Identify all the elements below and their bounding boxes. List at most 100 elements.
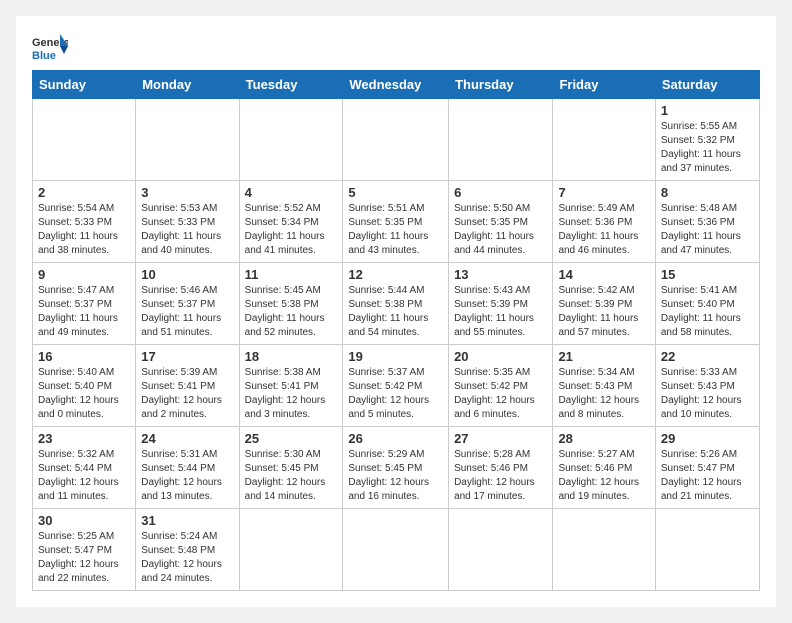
day-cell: 27 Sunrise: 5:28 AM Sunset: 5:46 PM Dayli…: [449, 427, 553, 509]
day-number: 21: [558, 349, 649, 364]
day-info: Sunrise: 5:30 AM Sunset: 5:45 PM Dayligh…: [245, 448, 338, 504]
day-info: Sunrise: 5:48 AM Sunset: 5:36 PM Dayligh…: [661, 202, 754, 258]
week-row-2: 2 Sunrise: 5:54 AM Sunset: 5:33 PM Daylig…: [33, 181, 760, 263]
logo-icon: General Blue: [32, 32, 68, 62]
day-number: 11: [245, 267, 338, 282]
day-info: Sunrise: 5:25 AM Sunset: 5:47 PM Dayligh…: [38, 530, 130, 586]
day-info: Sunrise: 5:43 AM Sunset: 5:39 PM Dayligh…: [454, 284, 547, 340]
day-number: 27: [454, 431, 547, 446]
day-cell: [343, 99, 449, 181]
calendar-page: General Blue SundayMondayTuesdayWednesda…: [16, 16, 776, 607]
day-info: Sunrise: 5:35 AM Sunset: 5:42 PM Dayligh…: [454, 366, 547, 422]
day-header-friday: Friday: [553, 71, 655, 99]
day-number: 25: [245, 431, 338, 446]
day-cell: [136, 99, 239, 181]
day-number: 30: [38, 513, 130, 528]
day-number: 31: [141, 513, 233, 528]
day-info: Sunrise: 5:38 AM Sunset: 5:41 PM Dayligh…: [245, 366, 338, 422]
day-number: 5: [348, 185, 443, 200]
day-number: 2: [38, 185, 130, 200]
day-number: 1: [661, 103, 754, 118]
day-cell: 7 Sunrise: 5:49 AM Sunset: 5:36 PM Daylig…: [553, 181, 655, 263]
day-cell: [33, 99, 136, 181]
day-header-tuesday: Tuesday: [239, 71, 343, 99]
day-number: 18: [245, 349, 338, 364]
day-info: Sunrise: 5:41 AM Sunset: 5:40 PM Dayligh…: [661, 284, 754, 340]
day-info: Sunrise: 5:39 AM Sunset: 5:41 PM Dayligh…: [141, 366, 233, 422]
day-cell: 25 Sunrise: 5:30 AM Sunset: 5:45 PM Dayli…: [239, 427, 343, 509]
day-info: Sunrise: 5:47 AM Sunset: 5:37 PM Dayligh…: [38, 284, 130, 340]
day-number: 24: [141, 431, 233, 446]
logo: General Blue: [32, 32, 68, 62]
header: General Blue: [32, 32, 760, 62]
day-number: 26: [348, 431, 443, 446]
day-cell: 26Sunrise: 5:29 AM Sunset: 5:45 PM Dayli…: [343, 427, 449, 509]
day-info: Sunrise: 5:50 AM Sunset: 5:35 PM Dayligh…: [454, 202, 547, 258]
day-info: Sunrise: 5:26 AM Sunset: 5:47 PM Dayligh…: [661, 448, 754, 504]
day-info: Sunrise: 5:31 AM Sunset: 5:44 PM Dayligh…: [141, 448, 233, 504]
day-info: Sunrise: 5:32 AM Sunset: 5:44 PM Dayligh…: [38, 448, 130, 504]
day-cell: 1 Sunrise: 5:55 AM Sunset: 5:32 PM Daylig…: [655, 99, 759, 181]
day-number: 23: [38, 431, 130, 446]
day-info: Sunrise: 5:55 AM Sunset: 5:32 PM Dayligh…: [661, 120, 754, 176]
day-cell: 8 Sunrise: 5:48 AM Sunset: 5:36 PM Daylig…: [655, 181, 759, 263]
day-number: 13: [454, 267, 547, 282]
day-number: 7: [558, 185, 649, 200]
day-number: 12: [348, 267, 443, 282]
day-info: Sunrise: 5:51 AM Sunset: 5:35 PM Dayligh…: [348, 202, 443, 258]
day-cell: 11 Sunrise: 5:45 AM Sunset: 5:38 PM Dayli…: [239, 263, 343, 345]
day-number: 4: [245, 185, 338, 200]
day-cell: 10Sunrise: 5:46 AM Sunset: 5:37 PM Dayli…: [136, 263, 239, 345]
day-info: Sunrise: 5:37 AM Sunset: 5:42 PM Dayligh…: [348, 366, 443, 422]
day-cell: 15 Sunrise: 5:41 AM Sunset: 5:40 PM Dayli…: [655, 263, 759, 345]
day-cell: 3Sunrise: 5:53 AM Sunset: 5:33 PM Daylig…: [136, 181, 239, 263]
day-cell: 12 Sunrise: 5:44 AM Sunset: 5:38 PM Dayli…: [343, 263, 449, 345]
day-cell: 23 Sunrise: 5:32 AM Sunset: 5:44 PM Dayli…: [33, 427, 136, 509]
day-cell: [343, 509, 449, 591]
day-cell: 17 Sunrise: 5:39 AM Sunset: 5:41 PM Dayli…: [136, 345, 239, 427]
day-cell: [553, 509, 655, 591]
day-cell: 24 Sunrise: 5:31 AM Sunset: 5:44 PM Dayli…: [136, 427, 239, 509]
day-number: 8: [661, 185, 754, 200]
day-number: 6: [454, 185, 547, 200]
calendar-table: SundayMondayTuesdayWednesdayThursdayFrid…: [32, 70, 760, 591]
day-header-monday: Monday: [136, 71, 239, 99]
day-cell: [449, 99, 553, 181]
day-header-sunday: Sunday: [33, 71, 136, 99]
day-info: Sunrise: 5:28 AM Sunset: 5:46 PM Dayligh…: [454, 448, 547, 504]
day-cell: 2 Sunrise: 5:54 AM Sunset: 5:33 PM Daylig…: [33, 181, 136, 263]
day-cell: 29Sunrise: 5:26 AM Sunset: 5:47 PM Dayli…: [655, 427, 759, 509]
day-cell: 18 Sunrise: 5:38 AM Sunset: 5:41 PM Dayli…: [239, 345, 343, 427]
day-cell: [239, 99, 343, 181]
day-info: Sunrise: 5:45 AM Sunset: 5:38 PM Dayligh…: [245, 284, 338, 340]
day-number: 10: [141, 267, 233, 282]
day-cell: 19 Sunrise: 5:37 AM Sunset: 5:42 PM Dayli…: [343, 345, 449, 427]
day-info: Sunrise: 5:54 AM Sunset: 5:33 PM Dayligh…: [38, 202, 130, 258]
day-number: 20: [454, 349, 547, 364]
week-row-5: 23 Sunrise: 5:32 AM Sunset: 5:44 PM Dayli…: [33, 427, 760, 509]
day-cell: 28 Sunrise: 5:27 AM Sunset: 5:46 PM Dayli…: [553, 427, 655, 509]
day-cell: 13 Sunrise: 5:43 AM Sunset: 5:39 PM Dayli…: [449, 263, 553, 345]
day-cell: 9Sunrise: 5:47 AM Sunset: 5:37 PM Daylig…: [33, 263, 136, 345]
day-number: 19: [348, 349, 443, 364]
day-number: 28: [558, 431, 649, 446]
header-row: SundayMondayTuesdayWednesdayThursdayFrid…: [33, 71, 760, 99]
day-header-thursday: Thursday: [449, 71, 553, 99]
day-cell: 31 Sunrise: 5:24 AM Sunset: 5:48 PM Dayli…: [136, 509, 239, 591]
day-info: Sunrise: 5:44 AM Sunset: 5:38 PM Dayligh…: [348, 284, 443, 340]
week-row-4: 16Sunrise: 5:40 AM Sunset: 5:40 PM Dayli…: [33, 345, 760, 427]
day-info: Sunrise: 5:24 AM Sunset: 5:48 PM Dayligh…: [141, 530, 233, 586]
day-info: Sunrise: 5:49 AM Sunset: 5:36 PM Dayligh…: [558, 202, 649, 258]
day-cell: 4Sunrise: 5:52 AM Sunset: 5:34 PM Daylig…: [239, 181, 343, 263]
day-cell: 22Sunrise: 5:33 AM Sunset: 5:43 PM Dayli…: [655, 345, 759, 427]
day-info: Sunrise: 5:27 AM Sunset: 5:46 PM Dayligh…: [558, 448, 649, 504]
day-number: 15: [661, 267, 754, 282]
day-number: 17: [141, 349, 233, 364]
day-info: Sunrise: 5:34 AM Sunset: 5:43 PM Dayligh…: [558, 366, 649, 422]
week-row-1: 1 Sunrise: 5:55 AM Sunset: 5:32 PM Daylig…: [33, 99, 760, 181]
day-number: 3: [141, 185, 233, 200]
day-header-saturday: Saturday: [655, 71, 759, 99]
svg-text:Blue: Blue: [32, 50, 56, 62]
day-cell: 20 Sunrise: 5:35 AM Sunset: 5:42 PM Dayli…: [449, 345, 553, 427]
day-cell: [449, 509, 553, 591]
